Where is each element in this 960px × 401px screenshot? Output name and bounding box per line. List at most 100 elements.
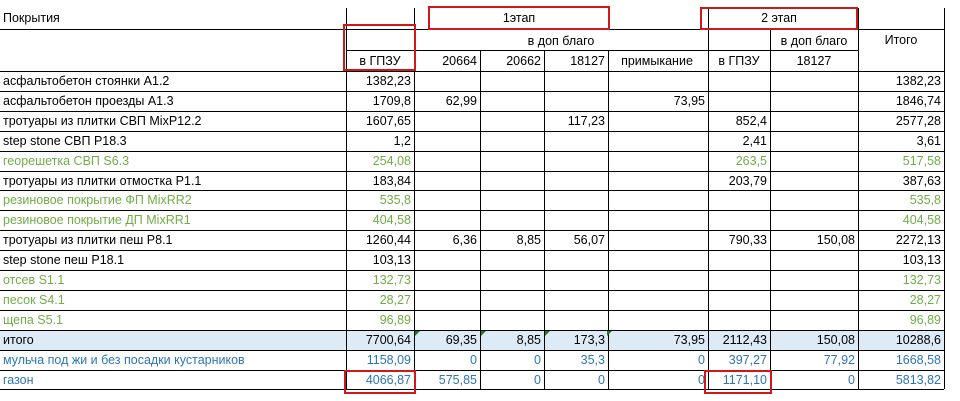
row-label[interactable]: отсев S1.1 bbox=[0, 270, 346, 291]
table-cell[interactable] bbox=[770, 190, 858, 211]
table-cell[interactable] bbox=[708, 290, 770, 311]
table-cell[interactable] bbox=[608, 310, 708, 331]
table-cell[interactable]: 173,3 bbox=[544, 330, 608, 351]
table-cell[interactable]: 517,58 bbox=[858, 151, 944, 172]
table-cell[interactable]: 132,73 bbox=[858, 270, 944, 291]
table-cell[interactable]: 387,63 bbox=[858, 171, 944, 192]
table-cell[interactable] bbox=[414, 111, 480, 132]
table-cell[interactable] bbox=[544, 131, 608, 152]
table-cell[interactable]: 1382,23 bbox=[858, 71, 944, 92]
table-cell[interactable]: 1846,74 bbox=[858, 91, 944, 112]
table-cell[interactable]: 0 bbox=[770, 370, 858, 391]
table-cell[interactable] bbox=[770, 250, 858, 271]
table-cell[interactable] bbox=[480, 190, 544, 211]
table-cell[interactable] bbox=[544, 290, 608, 311]
table-cell[interactable]: 117,23 bbox=[544, 111, 608, 132]
table-cell[interactable] bbox=[608, 151, 708, 172]
table-cell[interactable] bbox=[544, 91, 608, 112]
table-cell[interactable] bbox=[414, 171, 480, 192]
table-cell[interactable] bbox=[608, 210, 708, 231]
table-cell[interactable] bbox=[608, 190, 708, 211]
table-cell[interactable] bbox=[708, 190, 770, 211]
table-cell[interactable]: 0 bbox=[414, 350, 480, 371]
table-cell[interactable]: 535,8 bbox=[858, 190, 944, 211]
table-cell[interactable] bbox=[608, 111, 708, 132]
table-cell[interactable]: 2272,13 bbox=[858, 230, 944, 251]
table-cell[interactable]: 10288,6 bbox=[858, 330, 944, 351]
table-cell[interactable] bbox=[544, 250, 608, 271]
table-cell[interactable] bbox=[480, 290, 544, 311]
table-cell[interactable]: 0 bbox=[544, 370, 608, 391]
row-label[interactable]: георешетка СВП S6.3 bbox=[0, 151, 346, 172]
table-cell[interactable]: 1607,65 bbox=[346, 111, 414, 132]
table-cell[interactable] bbox=[544, 71, 608, 92]
table-cell[interactable]: 8,85 bbox=[480, 330, 544, 351]
table-cell[interactable] bbox=[770, 210, 858, 231]
row-label[interactable]: щепа S5.1 bbox=[0, 310, 346, 331]
table-cell[interactable]: 0 bbox=[480, 350, 544, 371]
header-20664[interactable]: 20664 bbox=[414, 51, 480, 72]
table-cell[interactable]: 575,85 bbox=[414, 370, 480, 391]
table-cell[interactable] bbox=[544, 171, 608, 192]
row-label[interactable]: асфальтобетон проезды А1.3 bbox=[0, 91, 346, 112]
table-cell[interactable]: 7700,64 bbox=[346, 330, 414, 351]
row-label[interactable]: тротуары из плитки пеш Р8.1 bbox=[0, 230, 346, 251]
table-cell[interactable]: 2577,28 bbox=[858, 111, 944, 132]
table-cell[interactable] bbox=[770, 111, 858, 132]
table-cell[interactable]: 73,95 bbox=[608, 91, 708, 112]
table-cell[interactable]: 183,84 bbox=[346, 171, 414, 192]
row-label[interactable]: асфальтобетон стоянки А1.2 bbox=[0, 71, 346, 92]
table-cell[interactable]: 77,92 bbox=[770, 350, 858, 371]
table-cell[interactable]: 2,41 bbox=[708, 131, 770, 152]
table-cell[interactable] bbox=[708, 210, 770, 231]
table-cell[interactable] bbox=[608, 250, 708, 271]
table-cell[interactable]: 1260,44 bbox=[346, 230, 414, 251]
table-cell[interactable]: 28,27 bbox=[346, 290, 414, 311]
table-cell[interactable] bbox=[544, 210, 608, 231]
table-cell[interactable]: 8,85 bbox=[480, 230, 544, 251]
header-dop-blago-1[interactable]: в доп благо bbox=[414, 31, 708, 52]
table-cell[interactable]: 62,99 bbox=[414, 91, 480, 112]
table-cell[interactable] bbox=[770, 91, 858, 112]
table-cell[interactable]: 397,27 bbox=[708, 350, 770, 371]
table-cell[interactable]: 254,08 bbox=[346, 151, 414, 172]
table-cell[interactable] bbox=[414, 290, 480, 311]
table-cell[interactable]: 103,13 bbox=[346, 250, 414, 271]
table-cell[interactable] bbox=[480, 131, 544, 152]
table-cell[interactable] bbox=[414, 310, 480, 331]
table-cell[interactable] bbox=[770, 151, 858, 172]
table-cell[interactable]: 28,27 bbox=[858, 290, 944, 311]
table-cell[interactable] bbox=[770, 270, 858, 291]
table-cell[interactable] bbox=[708, 270, 770, 291]
table-cell[interactable] bbox=[414, 71, 480, 92]
table-cell[interactable] bbox=[414, 250, 480, 271]
table-cell[interactable]: 96,89 bbox=[858, 310, 944, 331]
row-label[interactable]: газон bbox=[0, 370, 346, 391]
table-cell[interactable] bbox=[480, 151, 544, 172]
table-cell[interactable]: 103,13 bbox=[858, 250, 944, 271]
table-cell[interactable]: 404,58 bbox=[858, 210, 944, 231]
table-cell[interactable] bbox=[770, 171, 858, 192]
table-cell[interactable] bbox=[414, 131, 480, 152]
table-cell[interactable] bbox=[544, 190, 608, 211]
table-cell[interactable]: 1668,58 bbox=[858, 350, 944, 371]
table-cell[interactable] bbox=[414, 151, 480, 172]
row-label[interactable]: итого bbox=[0, 330, 346, 351]
table-cell[interactable] bbox=[480, 250, 544, 271]
table-cell[interactable] bbox=[708, 250, 770, 271]
table-cell[interactable] bbox=[608, 270, 708, 291]
header-18127-1[interactable]: 18127 bbox=[544, 51, 608, 72]
table-cell[interactable] bbox=[608, 171, 708, 192]
table-cell[interactable] bbox=[608, 71, 708, 92]
table-cell[interactable] bbox=[480, 210, 544, 231]
table-cell[interactable]: 35,3 bbox=[544, 350, 608, 371]
table-cell[interactable]: 1709,8 bbox=[346, 91, 414, 112]
table-cell[interactable] bbox=[770, 71, 858, 92]
table-cell[interactable]: 404,58 bbox=[346, 210, 414, 231]
row-label[interactable]: тротуары из плитки СВП MixP12.2 bbox=[0, 111, 346, 132]
table-cell[interactable] bbox=[708, 91, 770, 112]
table-cell[interactable]: 852,4 bbox=[708, 111, 770, 132]
header-gpzu-2[interactable]: в ГПЗУ bbox=[708, 51, 770, 72]
row-label[interactable]: резиновое покрытие ДП MixRR1 bbox=[0, 210, 346, 231]
table-cell[interactable] bbox=[480, 310, 544, 331]
